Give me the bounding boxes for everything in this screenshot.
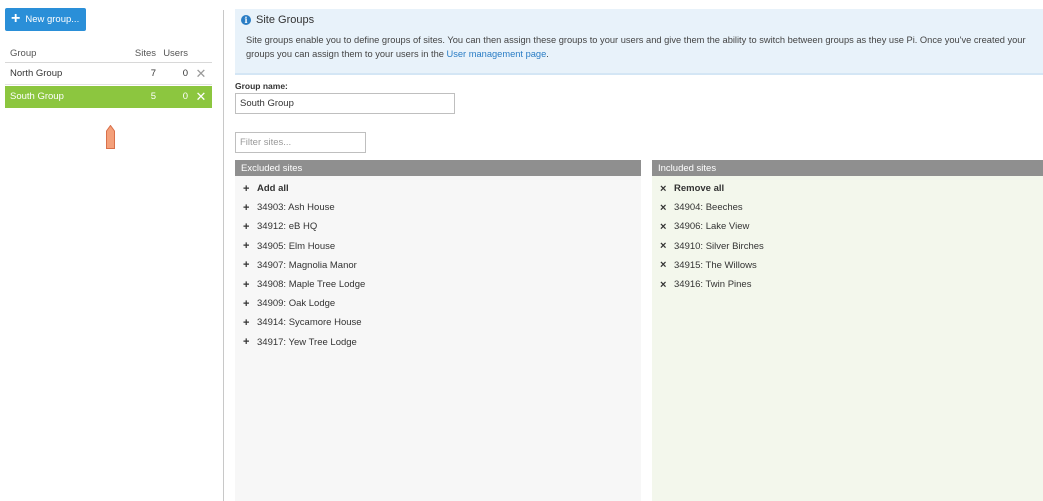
included-site-item[interactable]: × 34915: The Willows (652, 256, 1043, 275)
site-label: 34903: Ash House (257, 202, 335, 214)
included-sites-header: Included sites (652, 160, 1043, 176)
site-label: 34909: Oak Lodge (257, 298, 336, 310)
delete-group-icon[interactable]: ✕ (190, 89, 212, 105)
plus-icon: + (243, 297, 250, 310)
plus-icon: + (243, 278, 250, 291)
site-label: 34915: The Willows (674, 259, 757, 271)
filter-sites-input[interactable] (235, 132, 366, 153)
plus-icon: + (243, 201, 250, 214)
group-name: North Group (10, 68, 63, 79)
close-icon: × (660, 240, 667, 253)
excluded-site-item[interactable]: +34914: Sycamore House (235, 313, 641, 332)
header-group: Group (10, 48, 37, 59)
info-body-end: . (546, 49, 549, 59)
site-label: 34910: Silver Birches (674, 240, 764, 252)
delete-group-icon[interactable]: ✕ (190, 66, 212, 82)
excluded-site-item[interactable]: +34917: Yew Tree Lodge (235, 333, 641, 352)
info-body: Site groups enable you to define groups … (246, 33, 1033, 61)
excluded-site-item[interactable]: +34905: Elm House (235, 237, 641, 256)
excluded-sites-panel: Excluded sites + Add all +34903: Ash Hou… (235, 160, 641, 501)
close-icon: × (660, 259, 667, 272)
excluded-sites-header: Excluded sites (235, 160, 641, 176)
excluded-site-item[interactable]: +34912: eB HQ (235, 217, 641, 236)
groups-table-header: Group Sites Users (5, 45, 212, 63)
included-sites-panel: Included sites × Remove all × 34904: Beec… (652, 160, 1043, 501)
groups-table: Group Sites Users North Group 7 0 ✕ Sout… (5, 45, 212, 108)
add-all-button[interactable]: + Add all (235, 179, 641, 198)
site-label: 34908: Maple Tree Lodge (257, 279, 366, 291)
included-sites-list: × Remove all × 34904: Beeches × 34906: Lak… (652, 176, 1043, 294)
close-icon: × (660, 201, 667, 214)
excluded-site-item[interactable]: +34908: Maple Tree Lodge (235, 275, 641, 294)
group-name-label: Group name: (235, 81, 288, 91)
excluded-site-item[interactable]: +34903: Ash House (235, 198, 641, 217)
group-users-count: 0 (182, 68, 188, 79)
group-name-input[interactable] (235, 93, 455, 114)
group-row-north[interactable]: North Group 7 0 ✕ (5, 63, 212, 85)
new-group-button[interactable]: + New group... (5, 8, 87, 31)
group-name: South Group (10, 91, 64, 102)
add-all-label: Add all (257, 183, 289, 195)
pointer-arrow-icon (106, 125, 115, 149)
group-sites-count: 5 (150, 91, 156, 102)
excluded-sites-list: + Add all +34903: Ash House +34912: eB H… (235, 176, 641, 352)
close-icon: × (660, 278, 667, 291)
site-label: 34917: Yew Tree Lodge (257, 336, 357, 348)
site-label: 34906: Lake View (674, 221, 750, 233)
site-label: 34914: Sycamore House (257, 317, 362, 329)
site-label: 34916: Twin Pines (674, 279, 752, 291)
close-icon: × (660, 182, 667, 195)
plus-icon: + (11, 10, 21, 27)
remove-all-button[interactable]: × Remove all (652, 179, 1043, 198)
included-site-item[interactable]: × 34906: Lake View (652, 217, 1043, 236)
close-icon: × (660, 220, 667, 233)
remove-all-label: Remove all (674, 183, 725, 195)
site-label: 34912: eB HQ (257, 221, 318, 233)
site-label: 34907: Magnolia Manor (257, 259, 357, 271)
info-icon: i (241, 15, 251, 25)
excluded-site-item[interactable]: +34907: Magnolia Manor (235, 256, 641, 275)
plus-icon: + (243, 336, 250, 349)
included-site-item[interactable]: × 34916: Twin Pines (652, 275, 1043, 294)
included-site-item[interactable]: × 34910: Silver Birches (652, 237, 1043, 256)
info-title: Site Groups (256, 14, 315, 26)
user-management-link[interactable]: User management page (447, 49, 547, 59)
site-label: 34905: Elm House (257, 240, 336, 252)
plus-icon: + (243, 316, 250, 329)
info-title-row: i Site Groups (241, 14, 1043, 26)
plus-icon: + (243, 259, 250, 272)
panel-divider (223, 10, 224, 501)
info-body-text: Site groups enable you to define groups … (246, 35, 1026, 59)
plus-icon: + (243, 240, 250, 253)
site-label: 34904: Beeches (674, 202, 743, 214)
info-box: i Site Groups Site groups enable you to … (235, 9, 1043, 75)
header-users: Users (163, 48, 188, 59)
plus-icon: + (243, 182, 250, 195)
group-users-count: 0 (182, 91, 188, 102)
groups-panel: + New group... Group Sites Users North G… (5, 8, 213, 149)
plus-icon: + (243, 220, 250, 233)
new-group-label: New group... (25, 14, 80, 25)
group-sites-count: 7 (150, 68, 156, 79)
header-sites: Sites (134, 48, 156, 59)
excluded-site-item[interactable]: +34909: Oak Lodge (235, 294, 641, 313)
included-site-item[interactable]: × 34904: Beeches (652, 198, 1043, 217)
group-row-south[interactable]: South Group 5 0 ✕ (5, 86, 212, 108)
